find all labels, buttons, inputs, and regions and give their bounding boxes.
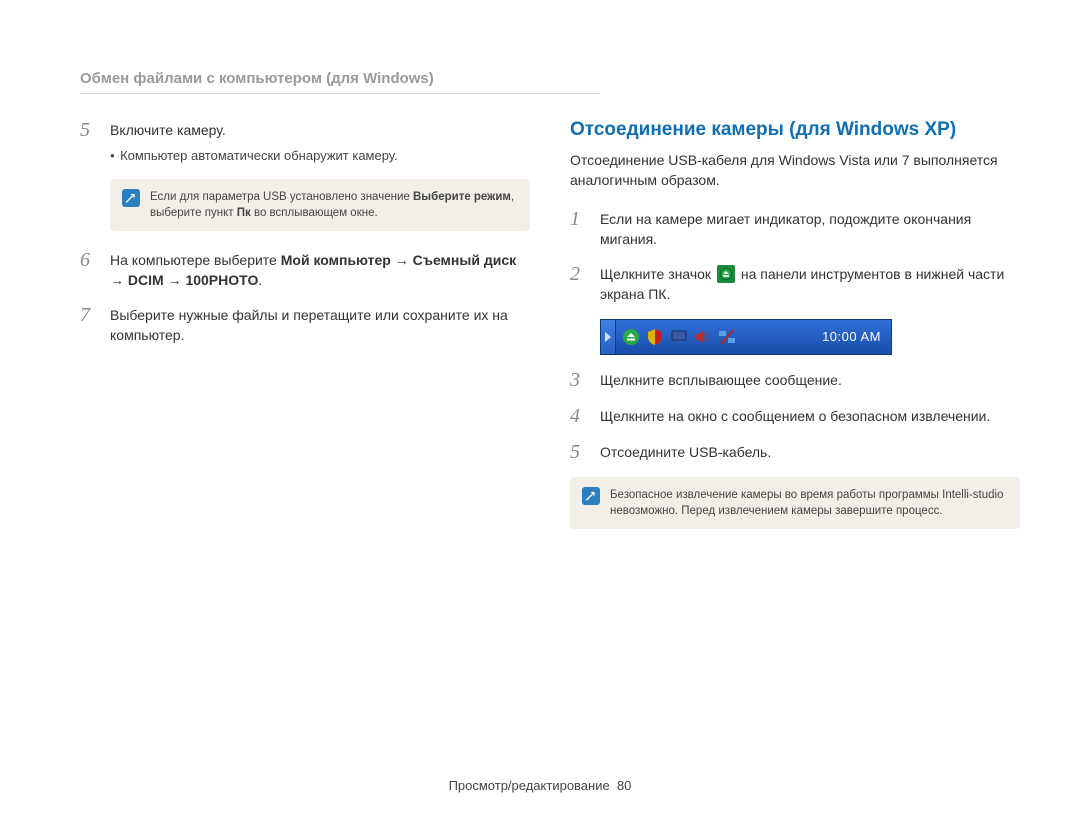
step-number: 1 xyxy=(570,208,588,249)
step-number: 7 xyxy=(80,304,98,345)
step-6: 6 На компьютере выберите Мой компьютер →… xyxy=(80,249,530,290)
note-intelli-studio: Безопасное извлечение камеры во время ра… xyxy=(570,477,1020,529)
step-body: Щелкните на окно с сообщением о безопасн… xyxy=(600,405,1020,427)
network-icon xyxy=(718,328,736,346)
note-text: Безопасное извлечение камеры во время ра… xyxy=(610,487,1008,519)
step-body: Если на камере мигает индикатор, подожди… xyxy=(600,208,1020,249)
step-r4: 4 Щелкните на окно с сообщением о безопа… xyxy=(570,405,1020,427)
step-number: 4 xyxy=(570,405,588,427)
step-body: Выберите нужные файлы и перетащите или с… xyxy=(110,304,530,345)
shield-icon xyxy=(646,328,664,346)
step-number: 6 xyxy=(80,249,98,290)
step-number: 2 xyxy=(570,263,588,304)
monitor-icon xyxy=(670,328,688,346)
volume-icon xyxy=(694,328,712,346)
tray-expand-arrow-icon xyxy=(601,320,616,354)
step-text: Включите камеру. xyxy=(110,122,226,138)
footer-section: Просмотр/редактирование xyxy=(449,778,610,793)
xp-taskbar-image: 10:00 AM xyxy=(600,319,892,355)
taskbar-clock: 10:00 AM xyxy=(812,329,891,344)
safe-remove-icon xyxy=(622,328,640,346)
right-intro: Отсоединение USB-кабеля для Windows Vist… xyxy=(570,151,1020,190)
manual-page: Обмен файлами с компьютером (для Windows… xyxy=(0,0,1080,815)
right-heading: Отсоединение камеры (для Windows XP) xyxy=(570,119,1020,141)
step-r3: 3 Щелкните всплывающее сообщение. xyxy=(570,369,1020,391)
note-text: Если для параметра USB установлено значе… xyxy=(150,189,518,221)
right-column: Отсоединение камеры (для Windows XP) Отс… xyxy=(570,119,1020,547)
step-r1: 1 Если на камере мигает индикатор, подож… xyxy=(570,208,1020,249)
step-body: Щелкните значок на панели инструментов в… xyxy=(600,263,1020,304)
step-number: 5 xyxy=(80,119,98,165)
system-tray xyxy=(616,328,742,346)
step-7: 7 Выберите нужные файлы и перетащите или… xyxy=(80,304,530,345)
page-number: 80 xyxy=(617,778,631,793)
step-number: 3 xyxy=(570,369,588,391)
step-number: 5 xyxy=(570,441,588,463)
bullet-item: Компьютер автоматически обнаружит камеру… xyxy=(110,147,530,165)
step-r2: 2 Щелкните значок на панели инструментов… xyxy=(570,263,1020,304)
step-body: На компьютере выберите Мой компьютер → С… xyxy=(110,249,530,290)
note-icon xyxy=(582,487,600,505)
note-usb-mode: Если для параметра USB установлено значе… xyxy=(110,179,530,231)
step-r5: 5 Отсоедините USB-кабель. xyxy=(570,441,1020,463)
left-column: 5 Включите камеру. Компьютер автоматичес… xyxy=(80,119,530,547)
step-body: Щелкните всплывающее сообщение. xyxy=(600,369,1020,391)
step-body: Отсоедините USB-кабель. xyxy=(600,441,1020,463)
note-icon xyxy=(122,189,140,207)
page-footer: Просмотр/редактирование 80 xyxy=(0,778,1080,793)
safe-remove-icon xyxy=(717,265,735,283)
step-bullets: Компьютер автоматически обнаружит камеру… xyxy=(110,147,530,165)
section-header: Обмен файлами с компьютером (для Windows… xyxy=(80,70,600,94)
step-body: Включите камеру. Компьютер автоматически… xyxy=(110,119,530,165)
step-5: 5 Включите камеру. Компьютер автоматичес… xyxy=(80,119,530,165)
content-columns: 5 Включите камеру. Компьютер автоматичес… xyxy=(80,119,1020,547)
